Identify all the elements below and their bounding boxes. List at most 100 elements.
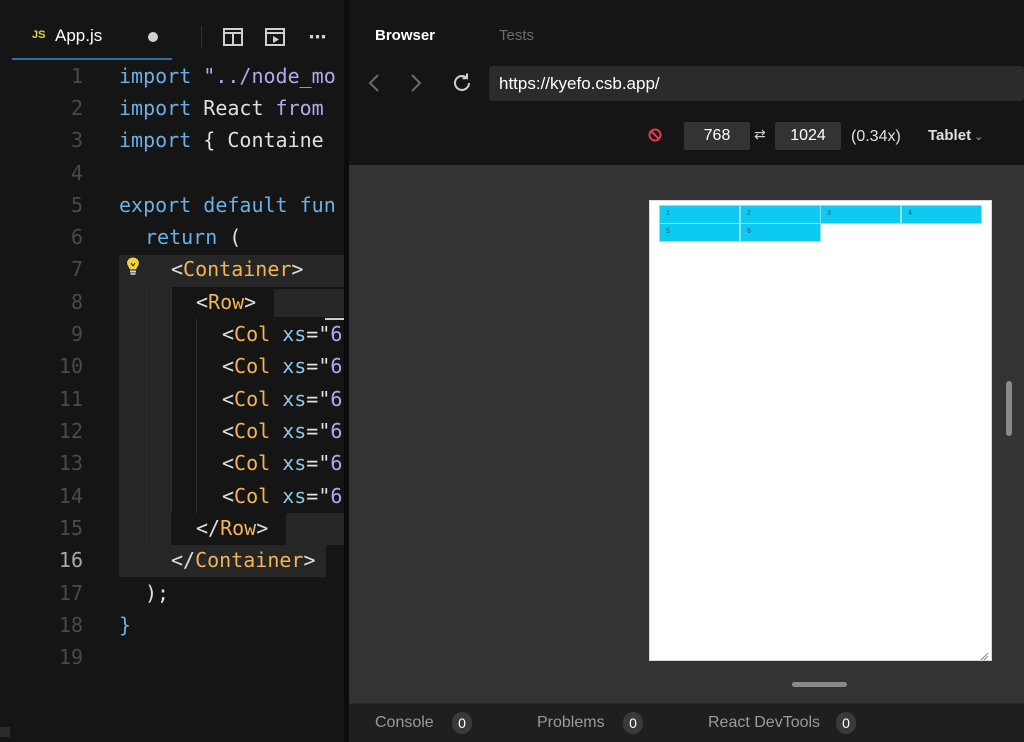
line-number: 11 bbox=[58, 387, 83, 411]
code-line: import { Containe bbox=[119, 128, 324, 152]
code-text: < bbox=[222, 419, 235, 443]
code-keyword: import bbox=[119, 128, 192, 152]
code-line: <Col xs="6 bbox=[222, 451, 342, 475]
code-text: > bbox=[256, 516, 269, 540]
code-keyword: import bbox=[119, 96, 192, 120]
code-keyword: return bbox=[145, 225, 218, 249]
code-string: 6 bbox=[330, 419, 343, 443]
line-number: 1 bbox=[70, 64, 83, 88]
bottom-panel-tabs: Console 0 Problems 0 React DevTools 0 bbox=[349, 703, 1024, 742]
swap-icon[interactable]: ⇄ bbox=[754, 127, 766, 143]
code-text: " bbox=[318, 484, 331, 508]
code-editor-pane: JS App.js ⋯ 1 2 3 4 5 6 7 8 9 10 11 12 1… bbox=[0, 0, 344, 742]
device-width-input[interactable]: 768 bbox=[684, 122, 750, 150]
code-tag: Col bbox=[234, 484, 271, 508]
code-line: </Container> bbox=[171, 548, 316, 572]
code-text: = bbox=[306, 451, 319, 475]
file-tab-app-js[interactable]: JS App.js bbox=[12, 12, 172, 60]
tab-console[interactable]: Console bbox=[375, 714, 434, 732]
preview-viewport: 1 2 3 4 5 6 bbox=[349, 165, 1024, 703]
vertical-resize-handle[interactable] bbox=[1006, 381, 1012, 436]
code-string: 6 bbox=[330, 451, 343, 475]
code-string: 6 bbox=[330, 387, 343, 411]
preview-col: 2 bbox=[740, 205, 821, 224]
line-number: 15 bbox=[58, 516, 83, 540]
code-tag: Row bbox=[208, 290, 245, 314]
code-text: < bbox=[171, 257, 184, 281]
line-number: 2 bbox=[70, 96, 83, 120]
unsaved-dot-icon[interactable] bbox=[148, 32, 158, 42]
chevron-down-icon: ⌄ bbox=[974, 131, 984, 143]
back-icon[interactable] bbox=[367, 72, 381, 99]
line-number: 4 bbox=[70, 161, 83, 185]
more-icon[interactable]: ⋯ bbox=[306, 25, 330, 49]
line-number: 6 bbox=[70, 225, 83, 249]
forward-icon[interactable] bbox=[409, 72, 423, 99]
code-line: <Col xs="6 bbox=[222, 322, 342, 346]
code-text: } bbox=[119, 613, 132, 637]
code-attr: xs bbox=[270, 484, 307, 508]
line-number: 12 bbox=[58, 419, 83, 443]
code-string: "../node_mo bbox=[191, 64, 336, 88]
code-text: < bbox=[222, 322, 235, 346]
device-preset-select[interactable]: Tablet ⌄ bbox=[928, 127, 983, 144]
line-number: 3 bbox=[70, 128, 83, 152]
tab-tests[interactable]: Tests bbox=[499, 27, 534, 44]
device-toolbar: 768 ⇄ 1024 (0.34x) Tablet ⌄ bbox=[349, 116, 1024, 156]
zoom-level: (0.34x) bbox=[851, 128, 901, 145]
resize-grip-icon[interactable] bbox=[979, 648, 989, 661]
code-tag: Col bbox=[234, 451, 271, 475]
code-text: > bbox=[291, 257, 304, 281]
preview-col: 4 bbox=[901, 205, 982, 224]
editor-scrollbar[interactable] bbox=[0, 727, 10, 737]
code-tag: Container bbox=[183, 257, 292, 281]
reload-icon[interactable] bbox=[451, 72, 473, 99]
code-text: < bbox=[222, 451, 235, 475]
url-text: https://kyefo.csb.app/ bbox=[499, 74, 660, 93]
indent-guide bbox=[196, 319, 197, 513]
code-keyword: import bbox=[119, 64, 192, 88]
browser-pane: Browser Tests https://kyefo.csb.app/ 768… bbox=[349, 0, 1024, 742]
device-height-input[interactable]: 1024 bbox=[775, 122, 841, 150]
code-line: <Row> bbox=[196, 290, 256, 314]
no-entry-icon[interactable] bbox=[648, 128, 662, 147]
device-preview-frame[interactable]: 1 2 3 4 5 6 bbox=[649, 200, 992, 661]
code-line: import "../node_mo bbox=[119, 64, 336, 88]
lightbulb-icon[interactable] bbox=[124, 255, 142, 277]
code-line: return ( bbox=[145, 225, 241, 249]
tab-browser[interactable]: Browser bbox=[375, 27, 435, 44]
tab-problems[interactable]: Problems bbox=[537, 714, 605, 732]
code-keyword: from bbox=[275, 96, 324, 120]
code-string: 6 bbox=[330, 484, 343, 508]
code-attr: xs bbox=[270, 322, 307, 346]
code-area[interactable]: 1 2 3 4 5 6 7 8 9 10 11 12 13 14 15 16 1… bbox=[0, 60, 344, 720]
line-number-active: 16 bbox=[58, 548, 83, 572]
code-text: </ bbox=[171, 548, 196, 572]
line-number: 9 bbox=[70, 322, 83, 346]
code-text: = bbox=[306, 419, 319, 443]
js-file-icon: JS bbox=[32, 29, 46, 41]
code-text: = bbox=[306, 354, 319, 378]
preview-icon[interactable] bbox=[263, 25, 287, 49]
code-text: ( bbox=[217, 225, 242, 249]
split-view-icon[interactable] bbox=[221, 25, 245, 49]
code-text: > bbox=[303, 548, 316, 572]
code-text: = bbox=[306, 387, 319, 411]
horizontal-resize-handle[interactable] bbox=[792, 682, 847, 687]
url-bar[interactable]: https://kyefo.csb.app/ bbox=[489, 66, 1024, 101]
code-string: 6 bbox=[330, 354, 343, 378]
code-attr: xs bbox=[270, 451, 307, 475]
code-text: < bbox=[222, 387, 235, 411]
cursor-marker bbox=[325, 318, 344, 320]
device-preset-label: Tablet bbox=[928, 127, 972, 144]
code-tag: Row bbox=[220, 516, 257, 540]
preview-col: 5 bbox=[659, 223, 740, 242]
code-text: " bbox=[318, 354, 331, 378]
browser-tab-bar: Browser Tests bbox=[349, 12, 1024, 60]
code-text: " bbox=[318, 387, 331, 411]
code-line: ); bbox=[145, 581, 169, 605]
code-line: <Col xs="6 bbox=[222, 419, 342, 443]
tab-react-devtools[interactable]: React DevTools bbox=[708, 714, 820, 732]
code-line: export default fun bbox=[119, 193, 336, 217]
code-line: </Row> bbox=[196, 516, 268, 540]
